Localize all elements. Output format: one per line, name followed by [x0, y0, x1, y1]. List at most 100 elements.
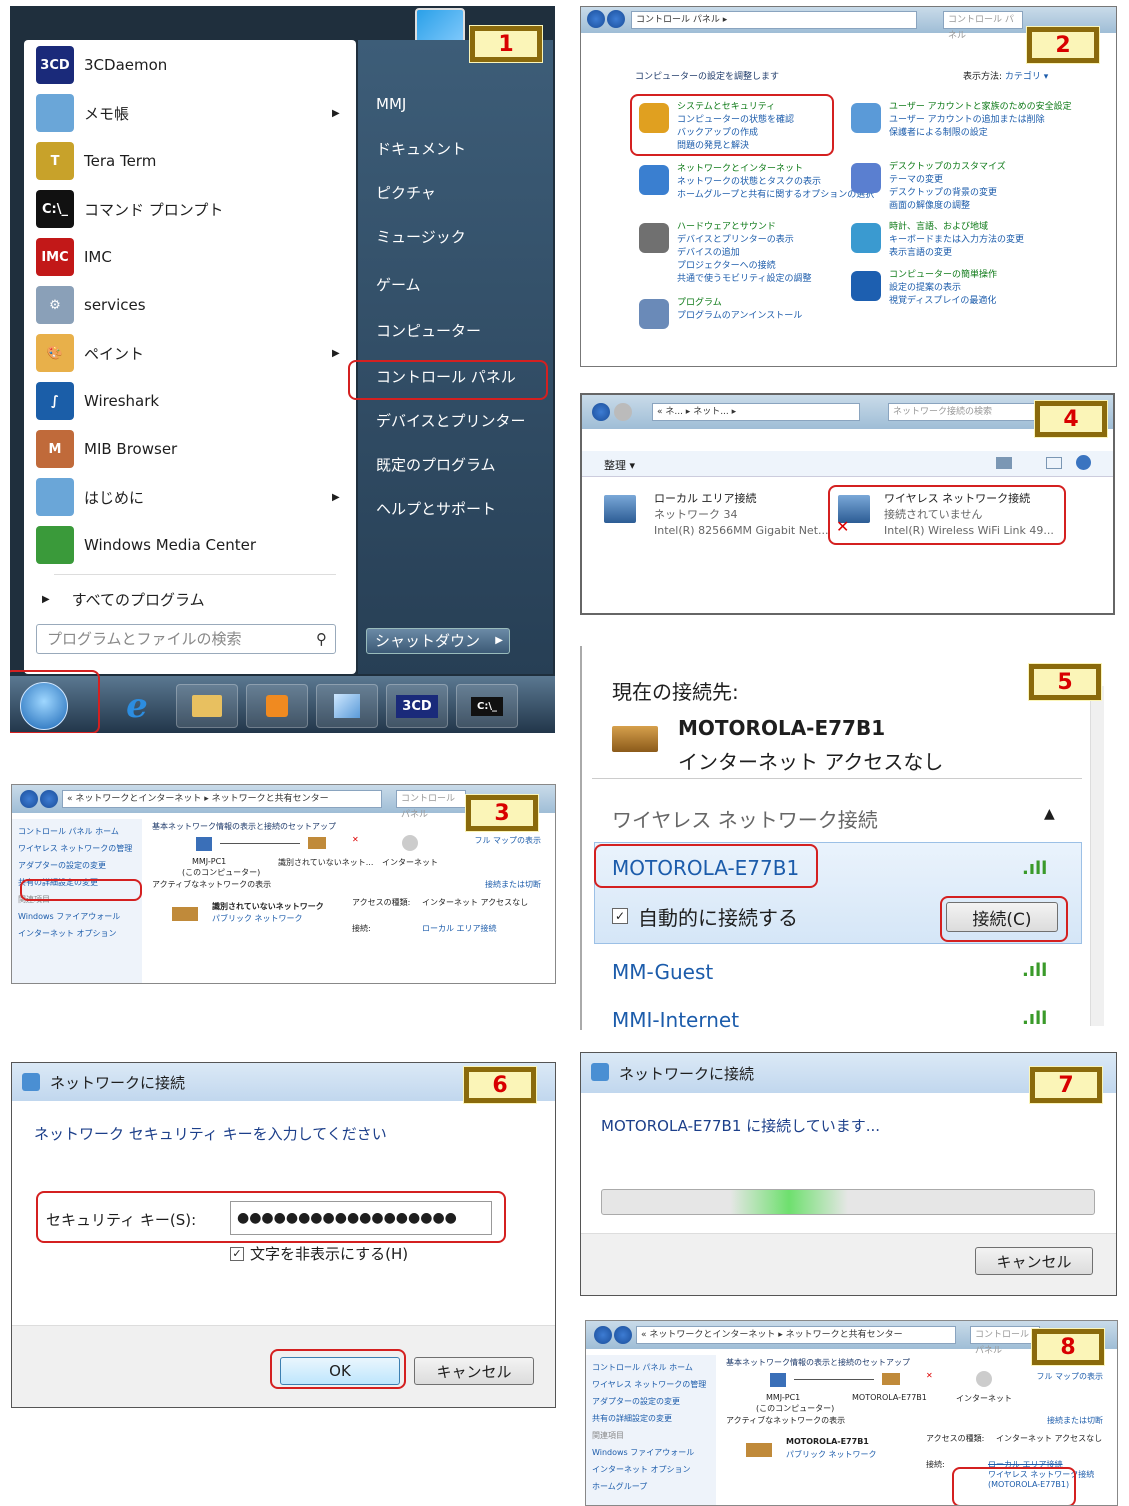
ie-icon[interactable]: e	[106, 684, 168, 728]
category-link[interactable]: テーマの変更	[889, 174, 1089, 187]
search-box[interactable]: ネットワーク接続の検索	[888, 403, 1038, 421]
category-title[interactable]: ユーザー アカウントと家族のための安全設定	[889, 101, 1089, 114]
start-program-item[interactable]: ⚙ services	[36, 282, 146, 328]
category-title[interactable]: コンピューターの簡単操作	[889, 269, 1089, 282]
sidebar-link[interactable]: インターネット オプション	[18, 925, 136, 942]
3cdaemon-taskbar-icon[interactable]: 3CD	[386, 684, 448, 728]
network-mmi-internet[interactable]: MMI-Internet	[612, 1008, 739, 1030]
all-programs[interactable]: ▶ すべてのプログラム	[36, 576, 205, 622]
start-place-item[interactable]: ピクチャ	[364, 174, 549, 210]
auto-connect-checkbox[interactable]: ✓	[612, 908, 628, 924]
notepad-taskbar-icon[interactable]	[316, 684, 378, 728]
category-link[interactable]: プログラムのアンインストール	[677, 310, 877, 323]
preview-pane-icon[interactable]	[1046, 457, 1062, 469]
category-link[interactable]: デバイスの追加	[677, 247, 877, 260]
network-type-link[interactable]: パブリック ネットワーク	[786, 1449, 877, 1460]
start-program-item[interactable]: T Tera Term	[36, 138, 156, 184]
connect-disconnect-link[interactable]: 接続または切断	[1047, 1415, 1103, 1426]
category-link[interactable]: 保護者による制限の設定	[889, 127, 1089, 140]
search-input[interactable]: プログラムとファイルの検索 ⚲	[36, 624, 336, 654]
category-title[interactable]: 時計、言語、および地域	[889, 221, 1089, 234]
sidebar-link[interactable]: ホームグループ	[592, 1478, 710, 1495]
start-program-item[interactable]: メモ帳 ▶	[36, 90, 340, 136]
sidebar-link[interactable]: アダプターの設定の変更	[592, 1393, 710, 1410]
sidebar-link[interactable]: 共有の詳細設定の変更	[592, 1410, 710, 1427]
address-bar[interactable]: « ネ... ▸ ネット... ▸	[652, 403, 860, 421]
sidebar-link[interactable]: インターネット オプション	[592, 1461, 710, 1478]
view-by-dropdown[interactable]: カテゴリ ▾	[1005, 72, 1048, 82]
address-bar[interactable]: « ネットワークとインターネット ▸ ネットワークと共有センター	[636, 1326, 956, 1344]
start-program-item[interactable]: C:\_ コマンド プロンプト	[36, 186, 223, 232]
help-icon[interactable]	[1076, 455, 1091, 470]
back-button[interactable]	[592, 403, 610, 421]
sidebar-link[interactable]: ワイヤレス ネットワークの管理	[592, 1376, 710, 1393]
start-place-item[interactable]: デバイスとプリンター	[364, 402, 549, 438]
start-place-item[interactable]: コンピューター	[364, 312, 549, 348]
category-link[interactable]: デスクトップの背景の変更	[889, 187, 1089, 200]
back-button[interactable]	[594, 1326, 612, 1344]
shutdown-button[interactable]: シャットダウン ▶	[366, 628, 510, 654]
category-link[interactable]: 共通で使うモビリティ設定の調整	[677, 273, 877, 286]
start-place-item[interactable]: 既定のプログラム	[364, 446, 549, 482]
start-place-item[interactable]: MMJ	[364, 86, 549, 122]
sidebar-link[interactable]: コントロール パネル ホーム	[592, 1359, 710, 1376]
scrollbar[interactable]	[1090, 686, 1104, 1026]
view-icon[interactable]	[996, 457, 1012, 469]
back-button[interactable]	[20, 790, 38, 808]
category-link[interactable]: ユーザー アカウントの追加または削除	[889, 114, 1089, 127]
start-program-item[interactable]: M MIB Browser	[36, 426, 177, 472]
category-title[interactable]: プログラム	[677, 297, 877, 310]
category-title[interactable]: デスクトップのカスタマイズ	[889, 161, 1089, 174]
start-place-item[interactable]: ドキュメント	[364, 130, 549, 166]
address-bar[interactable]: « ネットワークとインターネット ▸ ネットワークと共有センター	[62, 790, 382, 808]
collapse-chevron-icon[interactable]: ▲	[1044, 806, 1055, 822]
sidebar-link[interactable]: Windows ファイアウォール	[18, 908, 136, 925]
hide-characters-checkbox[interactable]: ✓	[230, 1247, 244, 1261]
category-link[interactable]: 設定の提案の表示	[889, 282, 1089, 295]
start-program-item[interactable]: ∫ Wireshark	[36, 378, 159, 424]
network-type-link[interactable]: パブリック ネットワーク	[212, 913, 303, 924]
category-link[interactable]: 画面の解像度の調整	[889, 200, 1089, 213]
explorer-icon[interactable]	[176, 684, 238, 728]
sidebar-link[interactable]: コントロール パネル ホーム	[18, 823, 136, 840]
category-link[interactable]: ホームグループと共有に関するオプションの選択	[677, 189, 877, 202]
category-title[interactable]: ハードウェアとサウンド	[677, 221, 877, 234]
organize-menu[interactable]: 整理 ▾	[604, 457, 635, 473]
cmd-taskbar-icon[interactable]: C:\_	[456, 684, 518, 728]
category-link[interactable]: 表示言語の変更	[889, 247, 1089, 260]
shutdown-arrow-icon[interactable]: ▶	[495, 629, 503, 653]
start-program-item[interactable]: 3CD 3CDaemon	[36, 42, 167, 88]
forward-button[interactable]	[40, 790, 58, 808]
category-link[interactable]: デバイスとプリンターの表示	[677, 234, 877, 247]
category-link[interactable]: プロジェクターへの接続	[677, 260, 877, 273]
sidebar-link[interactable]: アダプターの設定の変更	[18, 857, 136, 874]
sidebar-link[interactable]: Windows ファイアウォール	[592, 1444, 710, 1461]
cancel-button[interactable]: キャンセル	[975, 1247, 1093, 1275]
full-map-link[interactable]: フル マップの表示	[1036, 1371, 1103, 1382]
category-link[interactable]: ネットワークの状態とタスクの表示	[677, 176, 877, 189]
search-box[interactable]: コントロール パネル	[970, 1326, 1040, 1356]
network-mm-guest[interactable]: MM-Guest	[612, 960, 713, 984]
connection-link[interactable]: ローカル エリア接続	[422, 923, 497, 934]
sidebar-link[interactable]: 関連項目	[592, 1427, 710, 1444]
forward-button[interactable]	[614, 1326, 632, 1344]
category-link[interactable]: 視覚ディスプレイの最適化	[889, 295, 1089, 308]
forward-button[interactable]	[607, 10, 625, 28]
forward-button[interactable]	[614, 403, 632, 421]
search-box[interactable]: コントロール パネル	[396, 790, 466, 820]
start-place-item[interactable]: ヘルプとサポート	[364, 490, 549, 526]
sidebar-link[interactable]: ワイヤレス ネットワークの管理	[18, 840, 136, 857]
connect-disconnect-link[interactable]: 接続または切断	[485, 879, 541, 890]
start-program-item[interactable]: IMC IMC	[36, 234, 112, 280]
address-bar[interactable]: コントロール パネル ▸	[631, 11, 917, 29]
start-program-item[interactable]: 🎨 ペイント ▶	[36, 330, 340, 376]
category-link[interactable]: キーボードまたは入力方法の変更	[889, 234, 1089, 247]
search-box[interactable]: コントロール パネル	[943, 11, 1023, 41]
start-program-item[interactable]: はじめに ▶	[36, 474, 340, 520]
category-title[interactable]: ネットワークとインターネット	[677, 163, 877, 176]
media-player-icon[interactable]	[246, 684, 308, 728]
start-program-item[interactable]: Windows Media Center	[36, 522, 256, 568]
cancel-button[interactable]: キャンセル	[414, 1357, 534, 1385]
start-place-item[interactable]: ゲーム	[364, 266, 549, 302]
full-map-link[interactable]: フル マップの表示	[474, 835, 541, 846]
